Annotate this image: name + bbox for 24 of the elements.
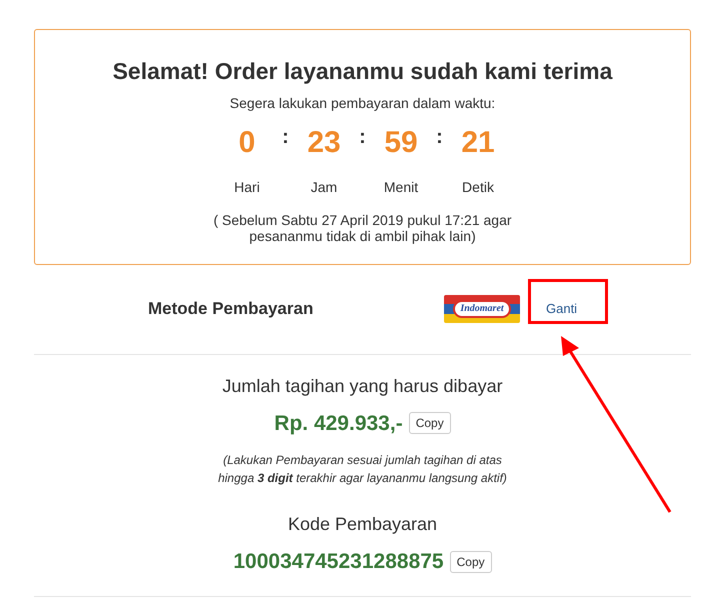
countdown-unit: Menit xyxy=(384,178,418,196)
method-label: Metode Pembayaran xyxy=(148,298,314,320)
countdown-unit: Hari xyxy=(234,178,260,196)
copy-button[interactable]: Copy xyxy=(408,412,451,434)
payment-code: 100034745231288875 xyxy=(233,549,444,575)
order-title: Selamat! Order layananmu sudah kami terima xyxy=(112,57,612,86)
countdown-value: 21 xyxy=(461,124,495,160)
bill-label: Jumlah tagihan yang harus dibayar xyxy=(222,374,503,398)
store-logo: Indomaret xyxy=(444,295,520,323)
bill-amount: Rp. 429.933,- xyxy=(274,410,403,436)
countdown-value: 0 xyxy=(238,124,256,160)
deadline-note: ( Sebelum Sabtu 27 April 2019 pukul 17:21 agar pesananmu tidak di ambil pihak lain) xyxy=(212,212,513,244)
countdown-unit: Jam xyxy=(310,178,338,196)
separator: : xyxy=(435,124,444,150)
bill-note: (Lakukan Pembayaran sesuai jumlah tagihan di atas hingga 3 digit terakhir agar layananmu langsung aktif) xyxy=(217,452,508,487)
separator: : xyxy=(358,124,367,150)
countdown-value: 59 xyxy=(384,124,418,160)
code-label: Kode Pembayaran xyxy=(288,513,438,536)
subtitle: Segera lakukan pembayaran dalam waktu: xyxy=(230,94,496,113)
copy-button[interactable]: Copy xyxy=(450,550,492,573)
change-button[interactable]: Ganti xyxy=(546,299,578,319)
separator: : xyxy=(281,124,290,150)
countdown-value: 23 xyxy=(307,124,341,160)
countdown-unit: Detik xyxy=(462,178,494,196)
